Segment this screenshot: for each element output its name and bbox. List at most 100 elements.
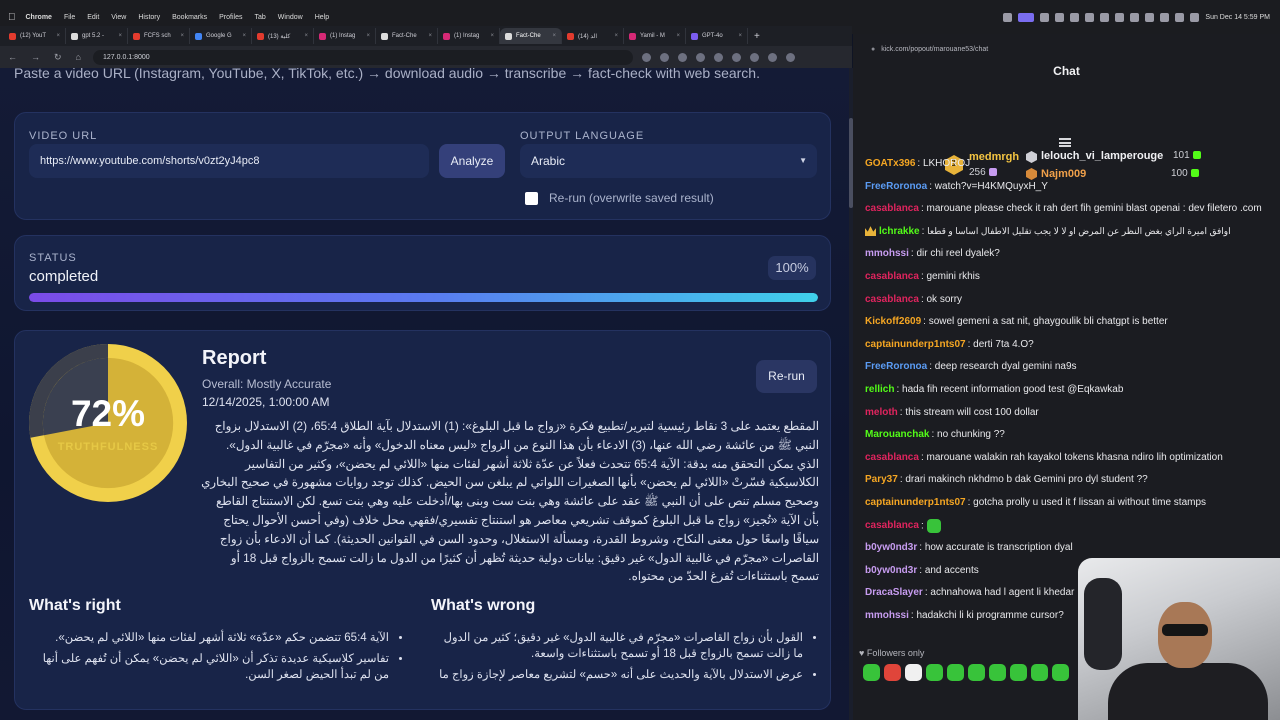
close-icon[interactable]: × (242, 33, 246, 39)
control-center-icon[interactable] (1190, 12, 1200, 22)
chat-username[interactable]: casablanca (865, 203, 919, 214)
browser-tab[interactable]: (14) الد × (562, 28, 624, 44)
menu-profiles[interactable]: Profiles (219, 14, 242, 21)
menu-icon[interactable] (1059, 138, 1071, 147)
video-url-input[interactable]: https://www.youtube.com/shorts/v0zt2yJ4p… (29, 144, 429, 178)
close-icon[interactable]: × (676, 33, 680, 39)
browser-tab[interactable]: (1) Instag × (314, 28, 376, 44)
tray-icon[interactable] (1115, 12, 1125, 22)
emote-icon[interactable] (1010, 664, 1027, 681)
output-language-select[interactable]: Arabic ▼ (520, 144, 817, 178)
menu-window[interactable]: Window (278, 14, 303, 21)
rerun-checkbox-label[interactable]: Re-run (overwrite saved result) (549, 191, 714, 205)
chat-username[interactable]: DracaSlayer (865, 587, 923, 598)
browser-tab[interactable]: Yamil - M × (624, 28, 686, 44)
close-icon[interactable]: × (428, 33, 432, 39)
emote-icon[interactable] (863, 664, 880, 681)
emote-icon[interactable] (1052, 664, 1069, 681)
menu-file[interactable]: File (64, 14, 75, 21)
tray-active-icon[interactable] (1018, 12, 1035, 22)
home-icon[interactable]: ⌂ (76, 52, 81, 62)
search-icon[interactable] (1175, 12, 1185, 22)
close-icon[interactable]: × (304, 33, 308, 39)
chat-username[interactable]: GOATx396 (865, 158, 915, 169)
emote-icon[interactable] (1031, 664, 1048, 681)
browser-tab[interactable]: FCFS sch × (128, 28, 190, 44)
emote-icon[interactable] (926, 664, 943, 681)
tab-active[interactable]: Fact-Che × (500, 28, 562, 44)
chat-username[interactable]: casablanca (865, 271, 919, 282)
browser-tab[interactable]: Google G × (190, 28, 252, 44)
close-icon[interactable]: × (56, 33, 60, 39)
browser-tab[interactable]: gpt 5.2 - × (66, 28, 128, 44)
close-icon[interactable]: × (180, 33, 184, 39)
browser-tab[interactable]: GPT-4o × (686, 28, 748, 44)
browser-tab[interactable]: (12) YouT × (4, 28, 66, 44)
extension-icon[interactable] (677, 52, 687, 62)
menubar-clock[interactable]: Sun Dec 14 5:59 PM (1205, 14, 1270, 21)
menu-edit[interactable]: Edit (87, 14, 99, 21)
chat-username[interactable]: lchrakke (879, 226, 920, 237)
chat-username[interactable]: casablanca (865, 294, 919, 305)
chat-username[interactable]: rellich (865, 384, 894, 395)
zoom-icon[interactable] (641, 52, 651, 62)
chat-username[interactable]: mmohssi (865, 610, 909, 621)
tray-icon[interactable] (1085, 12, 1095, 22)
tray-icon[interactable] (1003, 12, 1013, 22)
close-icon[interactable]: × (738, 33, 742, 39)
tray-icon[interactable] (1130, 12, 1140, 22)
chat-username[interactable]: casablanca (865, 520, 919, 531)
browser-tab[interactable]: (13) كلية × (252, 28, 314, 44)
menu-bookmarks[interactable]: Bookmarks (172, 14, 207, 21)
chat-username[interactable]: Kickoff2609 (865, 316, 921, 327)
tray-icon[interactable] (1070, 12, 1080, 22)
extension-icon[interactable] (749, 52, 759, 62)
chat-username[interactable]: b0yw0nd3r (865, 565, 917, 576)
extension-icon[interactable] (731, 52, 741, 62)
chat-username[interactable]: FreeRoronoa (865, 181, 927, 192)
emote-icon[interactable] (905, 664, 922, 681)
tray-icon[interactable] (1055, 12, 1065, 22)
star-icon[interactable] (659, 52, 669, 62)
emote-icon[interactable] (968, 664, 985, 681)
menu-history[interactable]: History (138, 14, 160, 21)
chat-username[interactable]: meloth (865, 407, 898, 418)
chat-username[interactable]: b0yw0nd3r (865, 542, 917, 553)
close-icon[interactable]: × (490, 33, 494, 39)
emote-icon[interactable] (884, 664, 901, 681)
close-icon[interactable]: × (614, 33, 618, 39)
url-field[interactable]: 127.0.0.1:8000 (92, 49, 633, 65)
analyze-button[interactable]: Analyze (439, 144, 505, 178)
chat-username[interactable]: Marouanchak (865, 429, 929, 440)
menu-tab[interactable]: Tab (254, 14, 265, 21)
emote-icon[interactable] (947, 664, 964, 681)
chat-username[interactable]: FreeRoronoa (865, 361, 927, 372)
apple-icon[interactable]:  (8, 12, 16, 23)
wifi-icon[interactable] (1160, 12, 1170, 22)
chat-username[interactable]: casablanca (865, 452, 919, 463)
profile-avatar[interactable] (785, 52, 795, 62)
browser-tab[interactable]: Fact-Che × (376, 28, 438, 44)
back-icon[interactable]: ← (8, 52, 17, 62)
reload-icon[interactable]: ↻ (54, 52, 62, 63)
emote-icon[interactable] (989, 664, 1006, 681)
tray-icon[interactable] (1145, 12, 1155, 22)
chat-username[interactable]: mmohssi (865, 248, 909, 259)
menu-help[interactable]: Help (315, 14, 329, 21)
close-icon[interactable]: × (366, 33, 370, 39)
menu-view[interactable]: View (111, 14, 126, 21)
rerun-button[interactable]: Re-run (756, 360, 817, 393)
close-icon[interactable]: × (118, 33, 122, 39)
chat-username[interactable]: captainunderp1nts07 (865, 339, 966, 350)
chat-username[interactable]: captainunderp1nts07 (865, 497, 966, 508)
close-icon[interactable]: × (552, 33, 556, 39)
extension-icon[interactable] (767, 52, 777, 62)
menu-app-name[interactable]: Chrome (26, 14, 52, 21)
chat-username[interactable]: Pary37 (865, 474, 898, 485)
forward-icon[interactable]: → (31, 52, 40, 62)
tray-icon[interactable] (1100, 12, 1110, 22)
extension-icon[interactable] (713, 52, 723, 62)
extension-icon[interactable] (695, 52, 705, 62)
tray-icon[interactable] (1040, 12, 1050, 22)
new-tab-icon[interactable]: + (754, 31, 760, 42)
